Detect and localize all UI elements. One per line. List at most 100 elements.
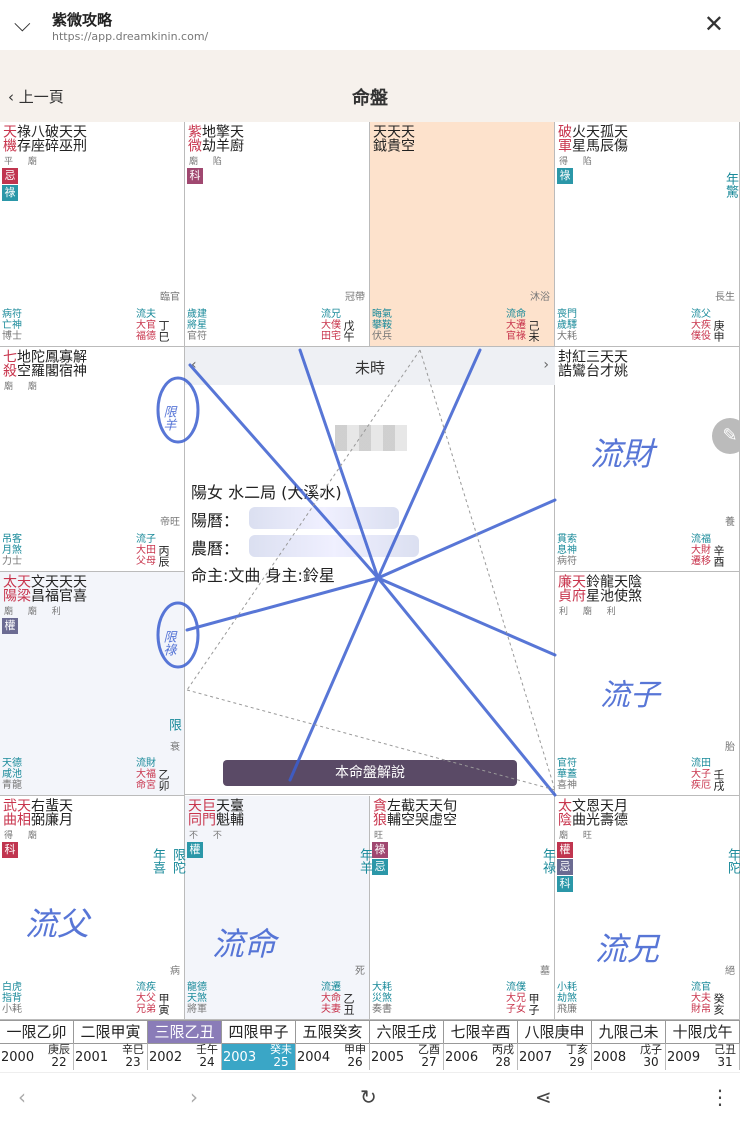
star-name: 天廚 — [228, 124, 244, 152]
page-title: 命盤 — [352, 88, 388, 109]
transform-badge: 忌 — [372, 859, 388, 875]
palace-cell[interactable]: 太陰 文曲 恩光 天壽 月德廟 旺權忌科小耗 劫煞 飛廉 流官 大夫 財帛 癸亥絕 — [555, 796, 740, 1020]
palace-cell[interactable]: 封誥 紅鸞 三台 天才 天姚 貫索 息神 病符 流福 大財 遷移 辛酉養 — [555, 347, 740, 572]
minor-gods: 小耗 劫煞 飛廉 — [557, 982, 577, 1015]
annual-year-cell[interactable]: 2002 壬午 24 — [148, 1043, 222, 1070]
more-icon[interactable]: ⋮ — [710, 1085, 730, 1109]
star-name: 陰煞 — [626, 574, 642, 602]
annual-year-cell[interactable]: 2005 乙酉 27 — [370, 1043, 444, 1070]
star-name: 天馬 — [584, 124, 600, 152]
annual-year-cell[interactable]: 2000 庚辰 22 — [0, 1043, 74, 1070]
palace-cell[interactable]: 七殺 地空 陀羅 鳳閣 寡宿 解神廟 廟吊客 月煞 力士 流子 大田 父母 丙辰 帝旺 — [0, 347, 185, 572]
decade-limit[interactable]: 一限乙卯 — [0, 1021, 74, 1043]
life-stage: 死 — [355, 966, 365, 977]
decade-limit[interactable]: 二限甲寅 — [74, 1021, 148, 1043]
share-icon[interactable]: ⋖ — [535, 1085, 552, 1109]
pencil-icon[interactable]: ✎ — [712, 418, 740, 454]
star-name: 陀羅 — [29, 349, 45, 377]
palace-stars: 廉貞 天府 鈴星 龍池 天使 陰煞 — [556, 574, 642, 602]
star-name: 寡宿 — [57, 349, 73, 377]
palace-stars: 太陽 天梁 文昌 天福 天官 天喜 — [1, 574, 87, 602]
decade-limit[interactable]: 六限壬戌 — [370, 1021, 444, 1043]
transform-badge: 科 — [557, 876, 573, 892]
star-name: 天機 — [1, 124, 17, 152]
star-name: 武曲 — [1, 798, 17, 826]
chevron-down-icon[interactable]: ⌵ — [14, 14, 36, 36]
star-name: 天使 — [612, 574, 628, 602]
chart-interpretation-button[interactable]: 本命盤解說 — [223, 760, 517, 786]
annual-year-cell[interactable]: 2003 癸未 25 — [222, 1043, 296, 1070]
blurred-solar-date — [249, 507, 399, 529]
transform-badge: 科 — [2, 842, 18, 858]
palace-cell[interactable]: 貪狼 左輔 截空 天哭 天虛 旬空旺祿忌大耗 災煞 奏書 流僕 大兄 子女 甲子墓 — [370, 796, 555, 1020]
transform-badge: 祿 — [557, 168, 573, 184]
star-name: 天同 — [186, 798, 202, 826]
decade-limit[interactable]: 五限癸亥 — [296, 1021, 370, 1043]
year-star-note: 年祿 — [540, 848, 555, 874]
star-name: 天魁 — [214, 798, 230, 826]
star-brightness: 旺 — [374, 831, 390, 841]
annual-year-cell[interactable]: 2008 戊子 30 — [592, 1043, 666, 1070]
minor-gods: 官符 華蓋 喜神 — [557, 758, 577, 791]
lunar-date-label: 農曆： — [191, 539, 240, 558]
decade-limit[interactable]: 九限己未 — [592, 1021, 666, 1043]
decade-limit[interactable]: 八限庚申 — [518, 1021, 592, 1043]
annual-year-cell[interactable]: 2006 丙戌 28 — [444, 1043, 518, 1070]
chevron-right-icon[interactable]: › — [190, 1085, 198, 1109]
star-name: 天巫 — [57, 124, 73, 152]
site-url: https://app.dreamkinin.com/ — [52, 30, 209, 43]
decade-limit[interactable]: 七限辛酉 — [444, 1021, 518, 1043]
annual-year-cell[interactable]: 2009 己丑 31 — [666, 1043, 740, 1070]
next-time-icon[interactable]: › — [543, 357, 549, 373]
year-star-note: 限陀 — [170, 848, 185, 874]
year-star-note: 年喜 — [150, 848, 165, 874]
palace-labels: 流疾 大父 兄弟 甲寅 — [136, 982, 170, 1015]
star-name: 天姚 — [612, 349, 628, 377]
palace-stars: 武曲 天相 右弼 蜚廉 天月 — [1, 798, 73, 826]
palace-cell[interactable]: 紫微 地劫 擎羊 天廚廟 陷科歲建 將星 官符 流兄 大僕 田宅 戊午 冠帶 — [185, 122, 370, 347]
palace-labels: 流夫 大官 福德 丁巳 — [136, 309, 170, 342]
minor-gods: 喪門 歲驛 大耗 — [557, 309, 577, 342]
palace-cell[interactable]: 太陽 天梁 文昌 天福 天官 天喜廟 廟 利權天德 咸池 青龍 流財 大福 命宮 乙卯衰 — [0, 572, 185, 796]
decade-limit[interactable]: 四限甲子 — [222, 1021, 296, 1043]
star-brightness: 得 陷 — [559, 157, 598, 167]
palace-cell[interactable]: 天鉞 天貴 天空 晦氣 攀鞍 伏兵 流命 大遷 官祿 己未 沐浴 — [370, 122, 555, 347]
palace-cell[interactable]: 廉貞 天府 鈴星 龍池 天使 陰煞利 廟 利官符 華蓋 喜神 流田 大子 疾厄 壬戌胎 — [555, 572, 740, 796]
life-stage: 臨官 — [160, 292, 180, 303]
star-name: 文曲 — [570, 798, 586, 826]
annual-year-cell[interactable]: 2007 丁亥 29 — [518, 1043, 592, 1070]
annual-year-cell[interactable]: 2004 甲申 26 — [296, 1043, 370, 1070]
master-stars: 命主:文曲 身主:鈴星 — [191, 566, 335, 585]
year-star-note: 年羊 — [357, 848, 372, 874]
life-stage: 絕 — [725, 966, 735, 977]
close-icon[interactable]: ✕ — [704, 12, 724, 36]
palace-cell[interactable]: 破軍 火星 天馬 孤辰 天傷得 陷祿喪門 歲驛 大耗 流父 大疾 僕役 庚申 長生 — [555, 122, 740, 347]
star-name: 鳳閣 — [43, 349, 59, 377]
palace-labels: 流命 大遷 官祿 己未 — [506, 309, 540, 342]
palace-cell[interactable]: 天同 巨門 天魁 臺輔不 不權龍德 天煞 將軍 流遷 大命 夫妻 乙丑死 — [185, 796, 370, 1020]
life-stage: 長生 — [715, 292, 735, 303]
minor-gods: 晦氣 攀鞍 伏兵 — [372, 309, 392, 342]
decade-limit[interactable]: 十限戊午 — [666, 1021, 740, 1043]
palace-cell[interactable]: 天機 祿存 八座 破碎 天巫 天刑平 廟忌祿病符 亡神 博士 流夫 大官 福德 丁巳 臨官 — [0, 122, 185, 347]
transform-badge: 科 — [187, 168, 203, 184]
star-name: 天喜 — [71, 574, 87, 602]
star-name: 恩光 — [584, 798, 600, 826]
star-name: 天鉞 — [371, 124, 387, 152]
reload-icon[interactable]: ↻ — [360, 1085, 377, 1109]
palace-cell[interactable]: 武曲 天相 右弼 蜚廉 天月得 廟科白虎 指背 小耗 流疾 大父 兄弟 甲寅病 — [0, 796, 185, 1020]
palace-labels: 流財 大福 命宮 乙卯 — [136, 758, 170, 791]
chevron-left-icon[interactable]: ‹ — [18, 1085, 26, 1109]
star-name: 天哭 — [413, 798, 429, 826]
star-name: 孤辰 — [598, 124, 614, 152]
star-name: 截空 — [399, 798, 415, 826]
decade-limit[interactable]: 三限乙丑 — [148, 1021, 222, 1043]
star-name: 天府 — [570, 574, 586, 602]
annual-year-cell[interactable]: 2001 辛巳 23 — [74, 1043, 148, 1070]
minor-gods: 龍德 天煞 將軍 — [187, 982, 207, 1015]
star-name: 八座 — [29, 124, 45, 152]
star-name: 破碎 — [43, 124, 59, 152]
star-name: 祿存 — [15, 124, 31, 152]
minor-gods: 大耗 災煞 奏書 — [372, 982, 392, 1015]
transform-badge: 權 — [557, 842, 573, 858]
